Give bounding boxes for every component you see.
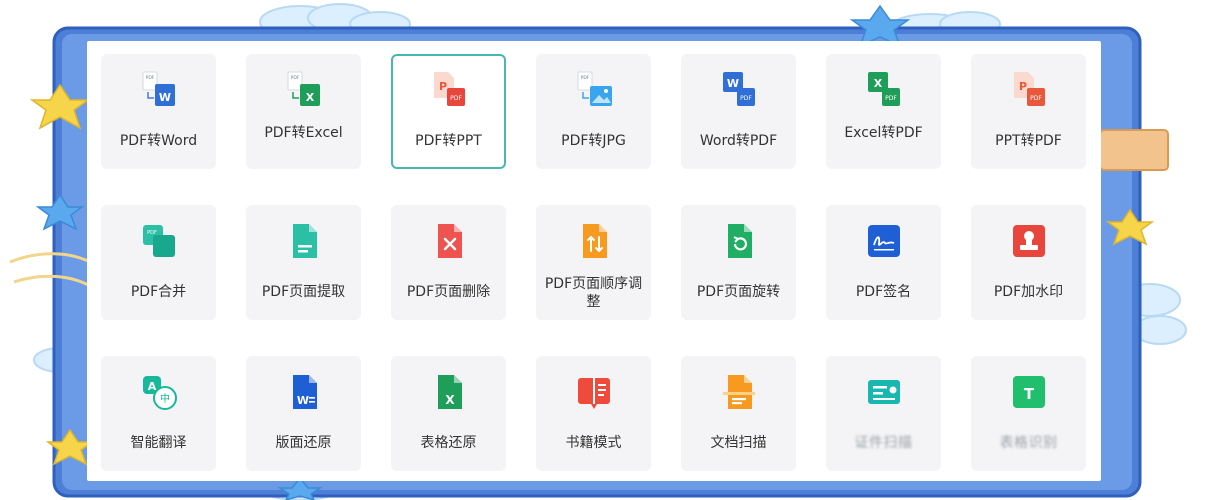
svg-text:PDF: PDF [147,230,157,236]
tool-tile-smart-translate[interactable]: A 中智能翻译 [101,356,216,471]
tool-label: Word转PDF [699,133,778,149]
tool-tile-pdf-to-jpg[interactable]: PDF PDF转JPG [536,54,651,169]
svg-text:PDF: PDF [145,75,154,81]
tool-label: 证件扫描 [854,435,913,451]
tool-tile-table-restore[interactable]: X 表格还原 [391,356,506,471]
tool-tile-pdf-page-extract[interactable]: PDF页面提取 [246,205,361,320]
tool-tile-pdf-to-word[interactable]: PDF W PDF转Word [101,54,216,169]
svg-text:X: X [445,393,455,407]
svg-text:W: W [296,394,308,407]
id-card-scan-icon [864,372,904,412]
tool-label: 版面还原 [275,435,332,451]
tool-tile-pdf-to-excel[interactable]: PDF X PDF转Excel [246,54,361,169]
tool-tile-table-recognition[interactable]: T 表格识别 [971,356,1086,471]
pdf-page-delete-icon [429,221,469,261]
tool-tile-pdf-page-rotate[interactable]: PDF页面旋转 [681,205,796,320]
tool-label: PDF转Word [119,133,198,149]
tool-tile-pdf-to-ppt[interactable]: P PDF PDF转PPT [391,54,506,169]
svg-text:P: P [1018,80,1026,93]
svg-text:PDF: PDF [1030,95,1042,102]
wooden-sign-decoration [1099,129,1169,171]
tool-label: PDF页面顺序调整 [544,276,643,310]
pdf-page-rotate-icon [719,221,759,261]
pdf-page-reorder-icon [574,221,614,261]
pdf-page-extract-icon [284,221,324,261]
svg-text:PDF: PDF [450,95,462,102]
tool-tile-pdf-signature[interactable]: PDF签名 [826,205,941,320]
pdf-to-jpg-icon: PDF [574,70,614,110]
svg-text:X: X [873,77,882,90]
tool-label: Excel转PDF [844,125,923,141]
pdf-to-excel-icon: PDF X [284,70,324,110]
tool-label: PPT转PDF [995,133,1062,149]
tool-label: PDF加水印 [993,284,1064,300]
tool-tile-pdf-page-delete[interactable]: PDF页面删除 [391,205,506,320]
book-mode-icon [574,372,614,412]
svg-text:X: X [305,91,314,104]
tools-panel: PDF W PDF转Word PDF X PDF转Excel P PDF PDF转PPT PDF P… [87,41,1101,481]
svg-text:PDF: PDF [740,95,752,102]
tool-tile-ppt-to-pdf[interactable]: P PDF PPT转PDF [971,54,1086,169]
tool-label: 智能翻译 [130,435,187,451]
tool-label: 书籍模式 [565,435,622,451]
svg-text:P: P [438,80,446,93]
pdf-to-ppt-icon: P PDF [429,70,469,110]
tool-label: PDF页面旋转 [696,284,781,300]
tool-label: PDF转JPG [561,133,626,149]
document-scan-icon [719,372,759,412]
tool-label: 表格还原 [420,435,477,451]
svg-text:W: W [158,91,170,104]
svg-text:T: T [1023,385,1034,403]
table-recognition-icon: T [1009,372,1049,412]
smart-translate-icon: A中 [139,372,179,412]
pdf-watermark-icon [1009,221,1049,261]
pdf-to-word-icon: PDF W [139,70,179,110]
tool-label: PDF页面提取 [261,284,346,300]
tool-label: PDF转Excel [264,125,343,141]
tool-label: 表格识别 [999,435,1058,451]
svg-text:PDF: PDF [580,75,589,81]
svg-text:W: W [726,77,738,90]
tool-label: PDF页面删除 [406,284,491,300]
tool-tile-excel-to-pdf[interactable]: X PDF Excel转PDF [826,54,941,169]
pdf-signature-icon [864,221,904,261]
tool-tile-pdf-merge[interactable]: PDF PDF合并 [101,205,216,320]
table-restore-icon: X [429,372,469,412]
svg-text:PDF: PDF [885,95,897,102]
pdf-merge-icon: PDF [139,221,179,261]
tools-grid: PDF W PDF转Word PDF X PDF转Excel P PDF PDF转PPT PDF P… [101,54,1086,471]
tool-tile-pdf-page-reorder[interactable]: PDF页面顺序调整 [536,205,651,320]
layout-restore-icon: W [284,372,324,412]
word-to-pdf-icon: W PDF [719,70,759,110]
tool-label: PDF签名 [855,284,912,300]
tool-tile-pdf-watermark[interactable]: PDF加水印 [971,205,1086,320]
excel-to-pdf-icon: X PDF [864,70,904,110]
tool-label: PDF转PPT [415,133,482,149]
tool-tile-id-card-scan[interactable]: 证件扫描 [826,356,941,471]
tool-tile-document-scan[interactable]: 文档扫描 [681,356,796,471]
tool-tile-book-mode[interactable]: 书籍模式 [536,356,651,471]
tool-tile-layout-restore[interactable]: W 版面还原 [246,356,361,471]
tool-label: 文档扫描 [710,435,767,451]
tool-label: PDF合并 [130,284,187,300]
ppt-to-pdf-icon: P PDF [1009,70,1049,110]
svg-text:PDF: PDF [290,75,299,81]
tool-tile-word-to-pdf[interactable]: W PDF Word转PDF [681,54,796,169]
svg-text:中: 中 [160,392,170,405]
